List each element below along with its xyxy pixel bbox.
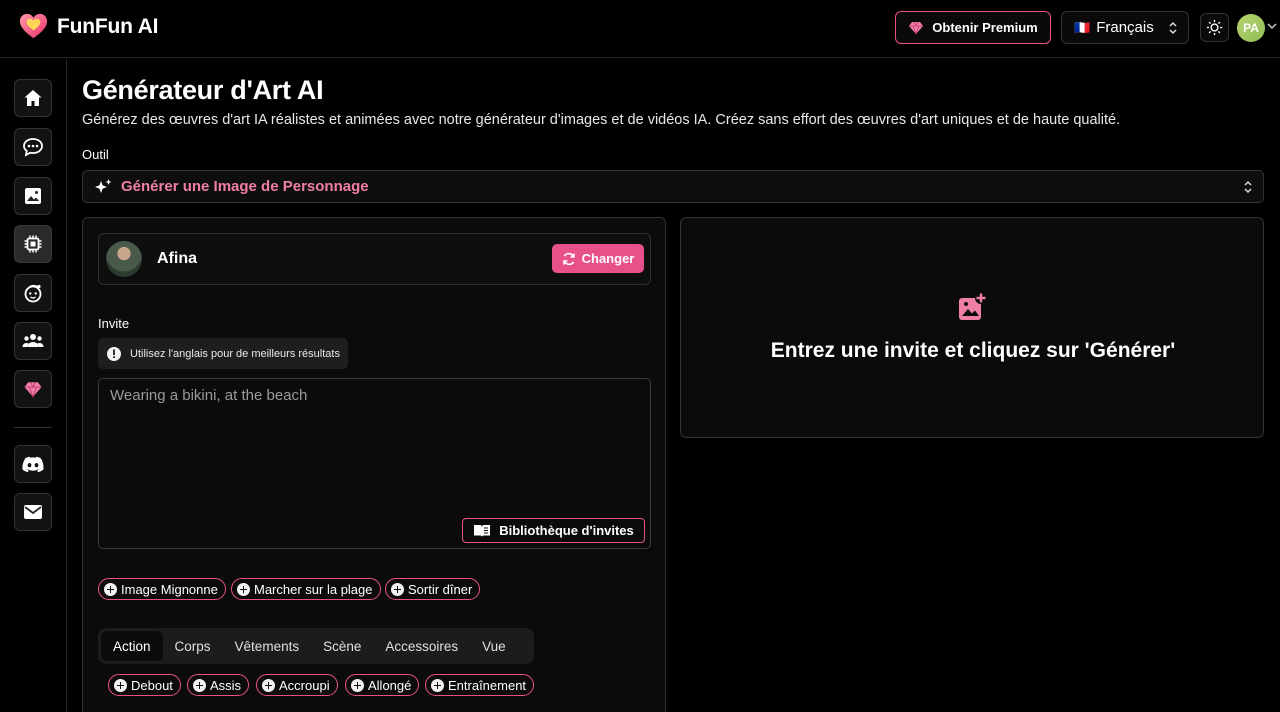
- refresh-icon: [562, 252, 575, 265]
- action-label: Debout: [131, 677, 173, 693]
- change-label: Changer: [581, 251, 635, 266]
- app-name: FunFun AI: [57, 14, 159, 38]
- character-name: Afina: [157, 250, 197, 267]
- top-header: FunFun AI Obtenir Premium 🇫🇷 Français PA: [0, 0, 1280, 58]
- suggestion-chip[interactable]: Marcher sur la plage: [231, 578, 381, 600]
- suggestion-label: Image Mignonne: [121, 581, 218, 597]
- app-logo[interactable]: FunFun AI: [18, 11, 158, 42]
- tab-body[interactable]: Corps: [163, 631, 223, 661]
- flag-icon: 🇫🇷: [1074, 19, 1091, 35]
- chevron-down-icon[interactable]: [1267, 22, 1277, 30]
- plus-circle-icon: [193, 678, 206, 692]
- plus-circle-icon: [114, 678, 127, 692]
- image-icon: [25, 188, 41, 204]
- action-chip[interactable]: Accroupi: [256, 674, 338, 696]
- chip-icon: [24, 235, 42, 253]
- tab-clothing[interactable]: Vêtements: [223, 631, 312, 661]
- prompt-hint-text: Utilisez l'anglais pour de meilleurs rés…: [130, 347, 340, 360]
- premium-label: Obtenir Premium: [932, 20, 1038, 35]
- page-subtitle: Générez des œuvres d'art IA réalistes et…: [82, 112, 1121, 128]
- sidebar-item-premium[interactable]: [14, 370, 52, 408]
- mail-icon: [24, 505, 42, 519]
- face-icon: [24, 284, 42, 303]
- suggestion-chip[interactable]: Image Mignonne: [98, 578, 226, 600]
- result-panel: Entrez une invite et cliquez sur 'Génére…: [680, 217, 1264, 438]
- updown-chevron-icon: [1169, 21, 1177, 34]
- action-chip[interactable]: Entraînement: [425, 674, 535, 696]
- sidebar-item-home[interactable]: [14, 79, 52, 117]
- action-chip[interactable]: Debout: [108, 674, 181, 696]
- home-icon: [24, 90, 42, 106]
- sidebar-item-mail[interactable]: [14, 493, 52, 531]
- plus-circle-icon: [351, 678, 364, 692]
- prompt-hint: Utilisez l'anglais pour de meilleurs rés…: [98, 338, 348, 369]
- info-icon: [107, 346, 121, 361]
- suggestion-label: Sortir dîner: [408, 581, 473, 597]
- character-card: Afina Changer: [98, 233, 651, 285]
- tab-view[interactable]: Vue: [470, 631, 518, 661]
- group-icon: [22, 334, 44, 347]
- sidebar-item-images[interactable]: [14, 177, 52, 215]
- action-chip[interactable]: Allongé: [345, 674, 420, 696]
- prompt-label: Invite: [98, 316, 130, 331]
- language-select[interactable]: 🇫🇷 Français: [1061, 11, 1189, 44]
- theme-toggle-button[interactable]: [1200, 13, 1229, 42]
- tab-action[interactable]: Action: [101, 631, 163, 661]
- sidebar-item-chat[interactable]: [14, 128, 52, 166]
- action-label: Assis: [210, 677, 242, 693]
- plus-circle-icon: [104, 582, 117, 596]
- plus-circle-icon: [262, 678, 275, 692]
- action-label: Entraînement: [448, 677, 527, 693]
- category-tabs: Action Corps Vêtements Scène Accessoires…: [98, 628, 534, 664]
- action-chip[interactable]: Assis: [187, 674, 250, 696]
- add-image-icon: [959, 292, 987, 320]
- diamond-icon: [24, 381, 42, 398]
- tool-label: Outil: [82, 147, 109, 162]
- sidebar-item-generator[interactable]: [14, 225, 52, 263]
- sidebar-nav: [0, 59, 67, 712]
- empty-state-text: Entrez une invite et cliquez sur 'Génére…: [770, 339, 1176, 362]
- chat-icon: [23, 138, 43, 157]
- action-label: Allongé: [368, 677, 412, 693]
- prompt-box: Bibliothèque d'invites: [98, 378, 651, 549]
- plus-circle-icon: [237, 582, 250, 596]
- sidebar-item-community[interactable]: [14, 322, 52, 360]
- tool-select-value: Générer une Image de Personnage: [121, 178, 369, 195]
- user-avatar[interactable]: PA: [1237, 14, 1265, 42]
- change-character-button[interactable]: Changer: [552, 244, 644, 273]
- get-premium-button[interactable]: Obtenir Premium: [895, 11, 1051, 44]
- page-title: Générateur d'Art AI: [82, 75, 324, 105]
- updown-chevron-icon: [1244, 180, 1252, 193]
- prompt-library-button[interactable]: Bibliothèque d'invites: [462, 518, 645, 543]
- character-avatar: [106, 241, 142, 277]
- book-icon: [474, 525, 491, 537]
- prompt-library-label: Bibliothèque d'invites: [499, 523, 634, 538]
- sun-icon: [1206, 19, 1223, 36]
- sidebar-item-characters[interactable]: [14, 274, 52, 312]
- suggestion-label: Marcher sur la plage: [254, 581, 373, 597]
- sidebar-divider: [14, 427, 52, 428]
- language-label: Français: [1096, 19, 1154, 36]
- tool-select[interactable]: Générer une Image de Personnage: [82, 170, 1264, 203]
- plus-circle-icon: [431, 678, 444, 692]
- diamond-icon: [909, 21, 924, 35]
- tab-scene[interactable]: Scène: [311, 631, 373, 661]
- discord-icon: [22, 456, 44, 472]
- sidebar-item-discord[interactable]: [14, 445, 52, 483]
- suggestion-chip[interactable]: Sortir dîner: [385, 578, 481, 600]
- generator-panel: Afina Changer Invite Utilisez l'anglais …: [82, 217, 666, 712]
- heart-logo-icon: [19, 13, 48, 39]
- plus-circle-icon: [391, 582, 404, 596]
- sparkles-icon: [95, 178, 112, 193]
- tab-accessories[interactable]: Accessoires: [373, 631, 470, 661]
- action-label: Accroupi: [279, 677, 330, 693]
